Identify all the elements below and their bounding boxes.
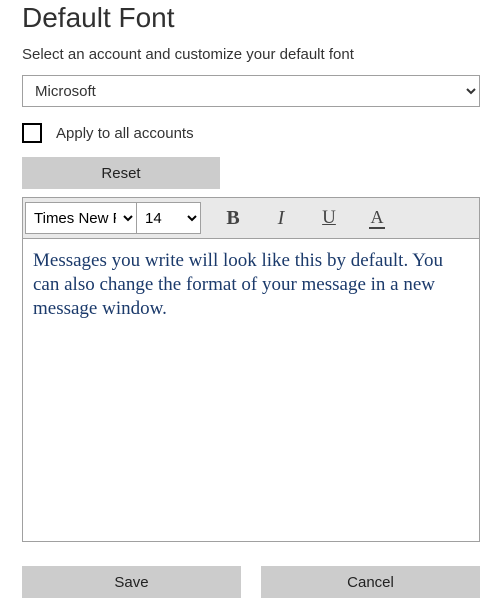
italic-button[interactable]: I bbox=[257, 198, 305, 239]
font-color-button[interactable]: A bbox=[353, 198, 401, 239]
underline-icon: U bbox=[322, 207, 336, 229]
underline-button[interactable]: U bbox=[305, 198, 353, 239]
account-select[interactable]: Microsoft bbox=[22, 75, 480, 107]
apply-all-checkbox[interactable] bbox=[22, 123, 42, 143]
editor: Times New R 14 B I U A Messages you writ… bbox=[22, 197, 480, 542]
font-size-select[interactable]: 14 bbox=[137, 202, 201, 234]
reset-button[interactable]: Reset bbox=[22, 157, 220, 189]
page-subtitle: Select an account and customize your def… bbox=[22, 46, 480, 63]
font-family-select[interactable]: Times New R bbox=[25, 202, 137, 234]
editor-toolbar: Times New R 14 B I U A bbox=[23, 198, 479, 239]
cancel-button[interactable]: Cancel bbox=[261, 566, 480, 598]
apply-all-label: Apply to all accounts bbox=[56, 125, 194, 142]
bold-button[interactable]: B bbox=[209, 198, 257, 239]
save-button[interactable]: Save bbox=[22, 566, 241, 598]
italic-icon: I bbox=[278, 207, 285, 230]
preview-textarea[interactable]: Messages you write will look like this b… bbox=[23, 239, 479, 541]
page-title: Default Font bbox=[22, 0, 480, 34]
bold-icon: B bbox=[226, 207, 239, 230]
footer-buttons: Save Cancel bbox=[22, 566, 480, 598]
apply-all-row[interactable]: Apply to all accounts bbox=[22, 123, 480, 143]
font-color-icon: A bbox=[369, 208, 385, 229]
